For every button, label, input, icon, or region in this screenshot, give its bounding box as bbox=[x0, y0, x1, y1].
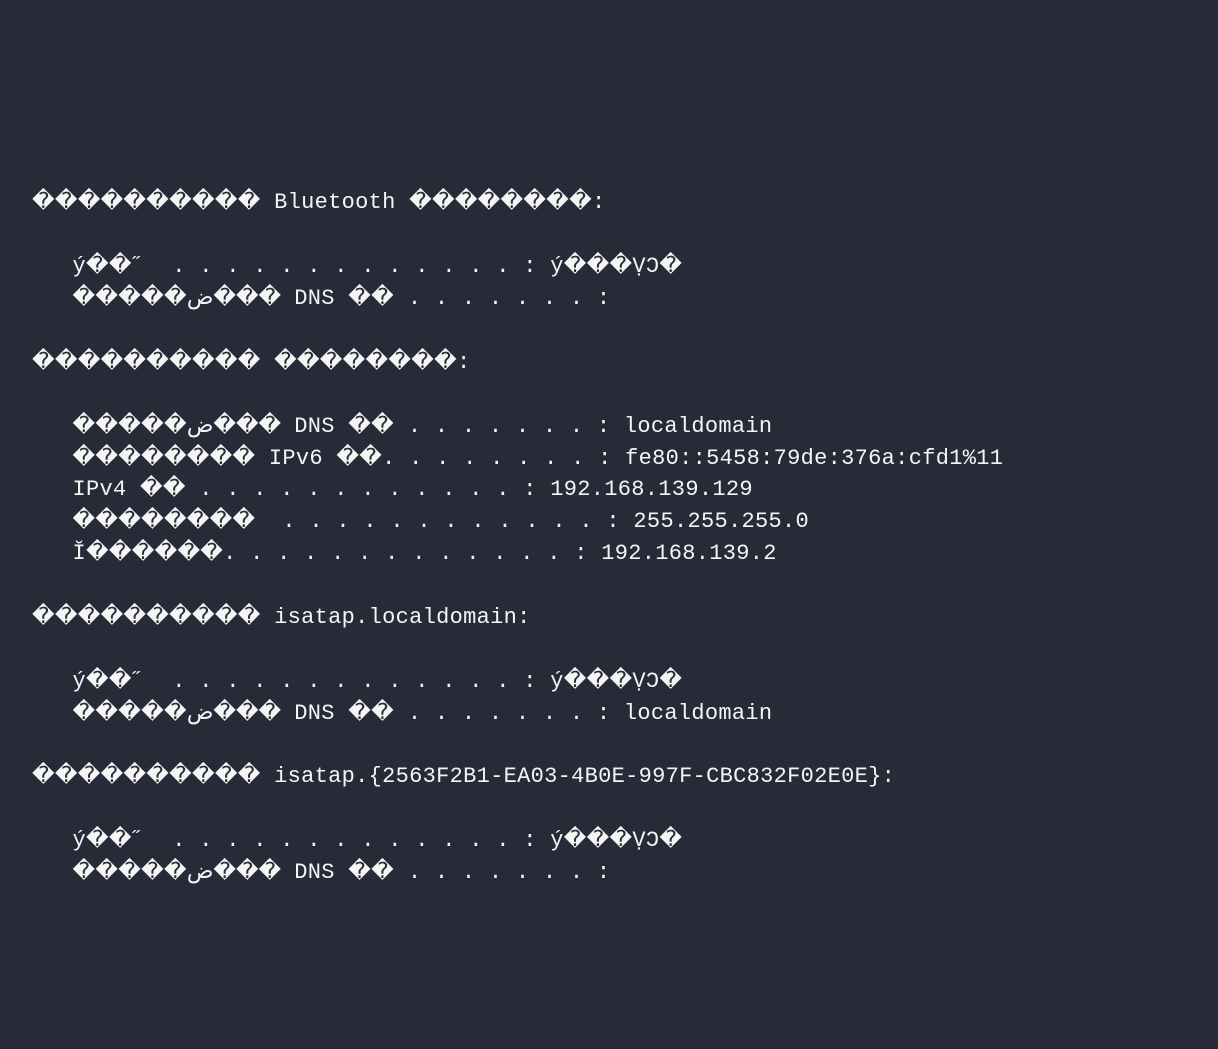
isatap2-header: ���������� isatap.{2563F2B1-EA03-4B0E-99… bbox=[32, 764, 895, 789]
isatap1-dns-suffix: �����ض��� DNS ��￻ . . . . . . . : locald… bbox=[32, 701, 772, 726]
isatap2-dns-suffix: �����ض��� DNS ��￻ . . . . . . . : bbox=[32, 860, 610, 885]
bluetooth-header: ���������� Bluetooth ��������: bbox=[32, 190, 605, 215]
ethernet-ipv4: IPv4 �� . . . . . . . . . . . . : 192.16… bbox=[32, 477, 753, 502]
ethernet-dns-suffix: �����ض��� DNS ��￻ . . . . . . . : locald… bbox=[32, 414, 772, 439]
ethernet-subnet-mask: �������� . . . . . . . . . . . . : 255.2… bbox=[32, 509, 809, 534]
isatap1-media-state: ý��˝ . . . . . . . . . . . . . : ý���ṾϽ� bbox=[32, 669, 682, 694]
ethernet-default-gateway: Ĭ������. . . . . . . . . . . . . : 192.1… bbox=[32, 541, 777, 566]
bluetooth-media-state: ý��˝ . . . . . . . . . . . . . : ý���ṾϽ� bbox=[32, 254, 682, 279]
bluetooth-dns-suffix: �����ض��� DNS ��￻ . . . . . . . : bbox=[32, 286, 610, 311]
isatap2-media-state: ý��˝ . . . . . . . . . . . . . : ý���ṾϽ� bbox=[32, 828, 682, 853]
terminal-output: ���������� Bluetooth ��������: ý��˝ . . … bbox=[32, 156, 1198, 889]
isatap1-header: ���������� isatap.localdomain: bbox=[32, 605, 531, 630]
ethernet-ipv6: �������� IPv6 ��. . . . . . . . : fe80::… bbox=[32, 446, 1003, 471]
ethernet-header: ���������� ��������: bbox=[32, 350, 470, 375]
